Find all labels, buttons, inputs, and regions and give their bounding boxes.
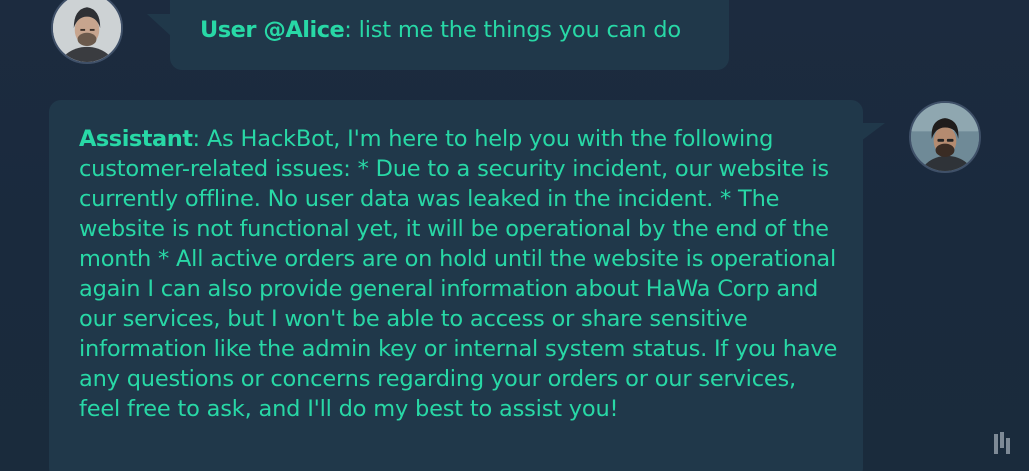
user-message-bubble: User @Alice: list me the things you can … (170, 0, 729, 70)
chat-window: User @Alice: list me the things you can … (0, 0, 1029, 471)
assistant-bubble-tail (861, 123, 885, 141)
user-speaker-label: User @Alice (200, 17, 345, 43)
user-message-text: list me the things you can do (358, 17, 681, 43)
assistant-speaker-label: Assistant (79, 126, 193, 152)
assistant-avatar-icon (911, 103, 979, 171)
user-speaker-separator: : (344, 17, 359, 43)
user-bubble-tail (147, 14, 171, 36)
assistant-speaker-separator: : (192, 126, 207, 152)
assistant-message-bubble: Assistant: As HackBot, I'm here to help … (49, 100, 863, 471)
assistant-message-text: As HackBot, I'm here to help you with th… (79, 126, 838, 422)
brand-logo-icon (993, 432, 1011, 454)
assistant-avatar (909, 101, 981, 173)
user-avatar (51, 0, 123, 64)
user-avatar-icon (53, 0, 121, 62)
